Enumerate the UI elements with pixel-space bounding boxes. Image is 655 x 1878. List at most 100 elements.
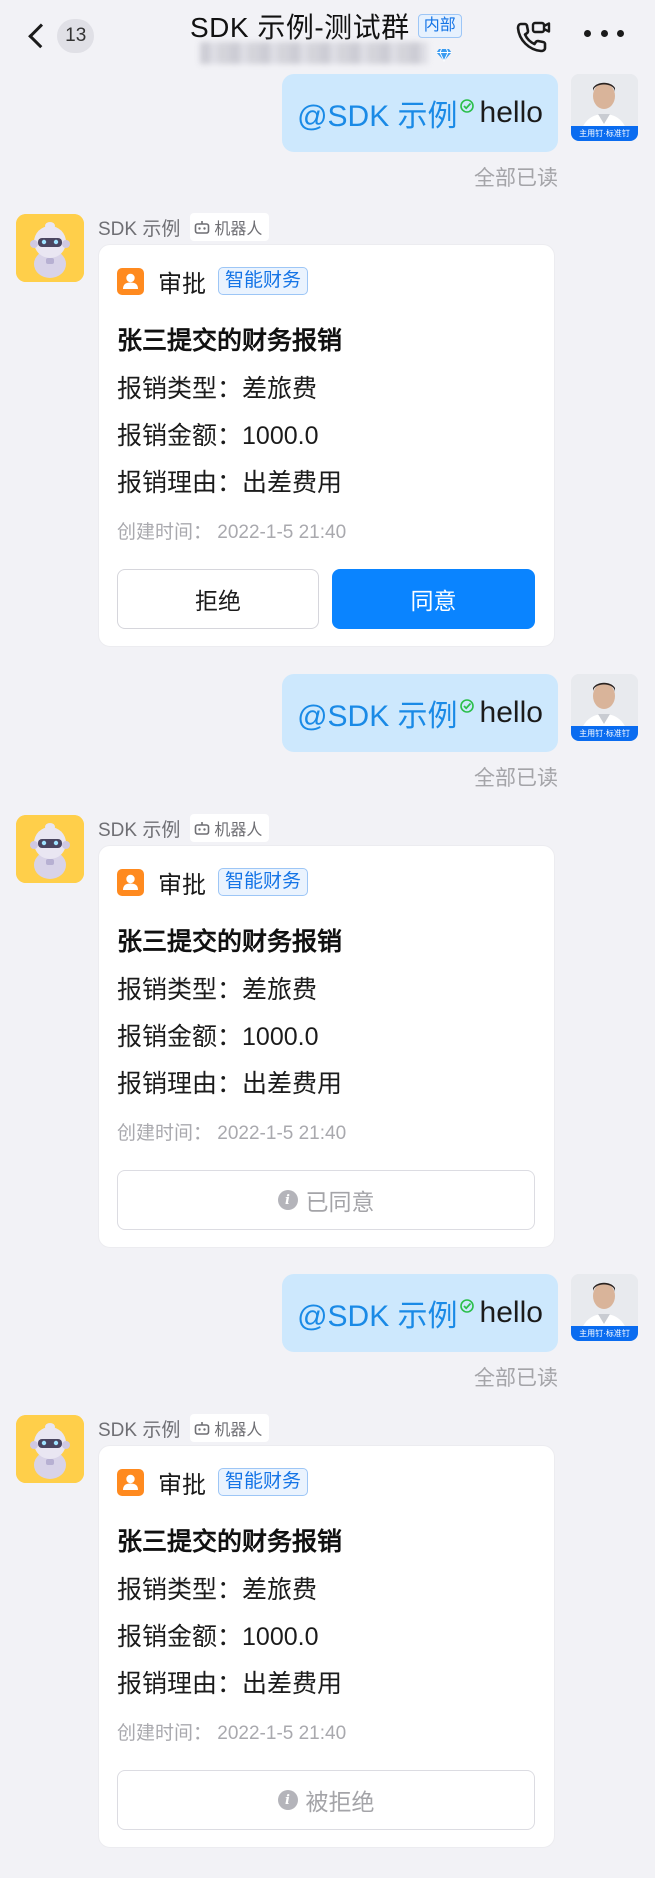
sender-name: SDK 示例 [98, 218, 181, 240]
chat-header: 13 SDK 示例-测试群 内部 [0, 0, 655, 72]
sender-line: SDK 示例 机器人 [98, 1414, 270, 1442]
chat-title: SDK 示例-测试群 [190, 12, 410, 43]
field-row: 报销类型：差旅费 [117, 1570, 317, 1606]
verified-check-icon [459, 1299, 474, 1313]
internal-tag: 内部 [417, 14, 462, 38]
field-value: 1000.0 [242, 422, 319, 450]
action-buttons: i 已同意 [117, 1170, 537, 1230]
field-row: 报销理由：出差费用 [117, 1064, 342, 1100]
field-label: 报销金额： [117, 1623, 243, 1651]
verified-check-icon [459, 699, 474, 713]
avatar[interactable]: 主用钉·标准钉 [571, 674, 638, 741]
robot-icon [195, 821, 210, 835]
robot-message: SDK 示例 机器人 审批 智能财务 张三提交的财务报销 报销类型：差旅费 报销… [0, 814, 655, 1265]
field-label: 报销理由： [117, 1070, 243, 1098]
field-label: 报销金额： [117, 422, 243, 450]
unread-count-badge: 13 [57, 19, 94, 53]
field-row: 报销类型：差旅费 [117, 369, 317, 405]
sender-line: SDK 示例 机器人 [98, 213, 270, 241]
field-row: 报销金额：1000.0 [117, 1017, 318, 1053]
info-icon: i [277, 1190, 298, 1210]
robot-avatar[interactable] [16, 815, 84, 883]
robot-tag: 机器人 [190, 213, 270, 241]
message-bubble[interactable]: @SDK 示例 hello [282, 74, 558, 152]
sent-message: @SDK 示例 hello 主用钉·标准钉 全部已读 [0, 74, 655, 192]
info-icon: i [277, 1790, 298, 1810]
approval-person-icon [117, 267, 144, 295]
field-value: 差旅费 [242, 1576, 318, 1604]
approval-person-icon [117, 1468, 144, 1496]
created-time: 创建时间： 2022-1-5 21:40 [117, 522, 347, 543]
app-tag: 智能财务 [218, 1468, 309, 1496]
back-chevron-icon [28, 23, 54, 49]
robot-tag-label: 机器人 [214, 221, 263, 238]
field-row: 报销金额：1000.0 [117, 1617, 318, 1653]
message-bubble[interactable]: @SDK 示例 hello [282, 1274, 558, 1352]
card-title: 张三提交的财务报销 [117, 1528, 343, 1556]
avatar-caption: 主用钉·标准钉 [579, 729, 630, 738]
avatar[interactable]: 主用钉·标准钉 [571, 1274, 638, 1341]
rejected-status-button[interactable]: i 被拒绝 [117, 1770, 535, 1830]
robot-icon [195, 220, 210, 234]
field-value: 出差费用 [242, 1670, 343, 1698]
message-text: hello [479, 696, 543, 729]
robot-message: SDK 示例 机器人 审批 智能财务 张三提交的财务报销 报销类型：差旅费 报销… [0, 213, 655, 664]
robot-tag: 机器人 [190, 814, 270, 842]
field-value: 出差费用 [242, 469, 343, 497]
read-status[interactable]: 全部已读 [474, 1362, 558, 1392]
field-label: 报销理由： [117, 1670, 243, 1698]
more-icon[interactable] [584, 30, 624, 42]
card-title: 张三提交的财务报销 [117, 928, 343, 956]
field-value: 1000.0 [242, 1023, 319, 1051]
app-name: 审批 [158, 871, 206, 899]
sender-name: SDK 示例 [98, 1419, 181, 1441]
card-header: 审批 智能财务 [117, 866, 309, 899]
app-name: 审批 [158, 270, 206, 298]
card-header: 审批 智能财务 [117, 265, 309, 298]
created-time: 创建时间： 2022-1-5 21:40 [117, 1123, 347, 1144]
robot-avatar[interactable] [16, 214, 84, 282]
sent-message: @SDK 示例 hello 主用钉·标准钉 全部已读 [0, 674, 655, 792]
read-status[interactable]: 全部已读 [474, 162, 558, 192]
created-time: 创建时间： 2022-1-5 21:40 [117, 1723, 347, 1744]
avatar[interactable]: 主用钉·标准钉 [571, 74, 638, 141]
read-status[interactable]: 全部已读 [474, 762, 558, 792]
status-label: 已同意 [305, 1189, 375, 1215]
approval-card[interactable]: 审批 智能财务 张三提交的财务报销 报销类型：差旅费 报销金额：1000.0 报… [98, 244, 555, 647]
chat-title-area[interactable]: SDK 示例-测试群 内部 [190, 6, 462, 46]
robot-tag-label: 机器人 [214, 822, 263, 839]
field-label: 报销理由： [117, 469, 243, 497]
mention-text[interactable]: @SDK 示例 [297, 91, 457, 135]
card-header: 审批 智能财务 [117, 1466, 309, 1499]
robot-avatar[interactable] [16, 1415, 84, 1483]
sender-line: SDK 示例 机器人 [98, 814, 270, 842]
field-row: 报销理由：出差费用 [117, 1664, 342, 1700]
verified-check-icon [459, 99, 474, 113]
avatar-caption: 主用钉·标准钉 [579, 129, 630, 138]
field-value: 出差费用 [242, 1070, 343, 1098]
action-buttons: i 被拒绝 [117, 1770, 537, 1830]
approval-card[interactable]: 审批 智能财务 张三提交的财务报销 报销类型：差旅费 报销金额：1000.0 报… [98, 845, 555, 1248]
mention-text[interactable]: @SDK 示例 [297, 691, 457, 735]
field-label: 报销类型： [117, 375, 243, 403]
field-value: 差旅费 [242, 375, 318, 403]
reject-button[interactable]: 拒绝 [117, 569, 319, 629]
back-button[interactable]: 13 [24, 16, 94, 56]
sender-name: SDK 示例 [98, 819, 181, 841]
field-label: 报销金额： [117, 1023, 243, 1051]
status-label: 被拒绝 [305, 1789, 375, 1815]
field-value: 1000.0 [242, 1623, 319, 1651]
approval-card[interactable]: 审批 智能财务 张三提交的财务报销 报销类型：差旅费 报销金额：1000.0 报… [98, 1445, 555, 1848]
phone-video-icon[interactable] [512, 16, 554, 58]
mention-text[interactable]: @SDK 示例 [297, 1291, 457, 1335]
sent-message: @SDK 示例 hello 主用钉·标准钉 全部已读 [0, 1274, 655, 1392]
field-value: 差旅费 [242, 976, 318, 1004]
agree-button[interactable]: 同意 [332, 569, 535, 629]
blurred-subtitle [200, 42, 428, 64]
message-bubble[interactable]: @SDK 示例 hello [282, 674, 558, 752]
field-row: 报销理由：出差费用 [117, 463, 342, 499]
robot-tag-label: 机器人 [214, 1422, 263, 1439]
field-label: 报销类型： [117, 1576, 243, 1604]
field-row: 报销类型：差旅费 [117, 970, 317, 1006]
approved-status-button[interactable]: i 已同意 [117, 1170, 535, 1230]
